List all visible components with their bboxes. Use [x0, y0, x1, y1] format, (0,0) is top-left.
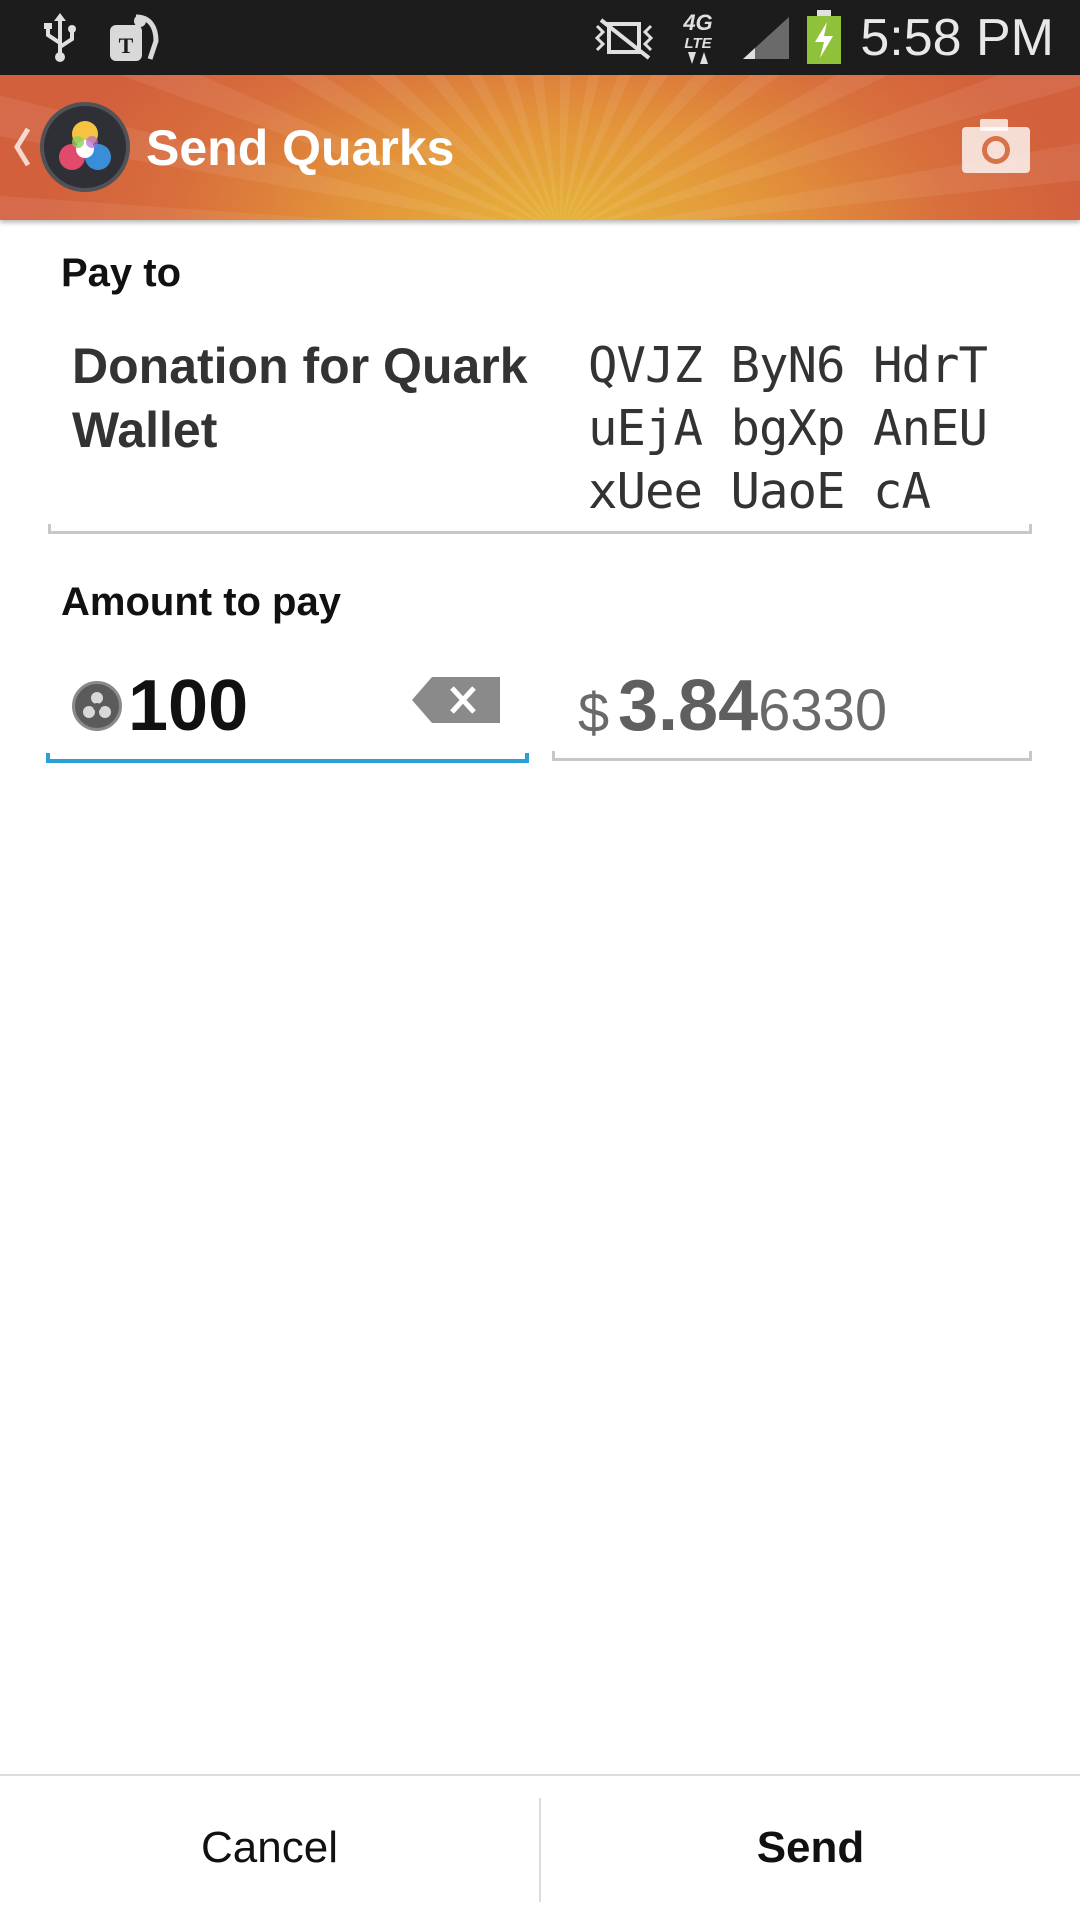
backspace-icon[interactable] — [412, 677, 500, 723]
amount-value: 100 — [128, 666, 249, 746]
camera-icon[interactable] — [960, 117, 1032, 175]
amount-input[interactable]: 100 — [46, 655, 529, 763]
recipient-address: QVJZ ByN6 HdrT uEjA bgXp AnEU xUee UaoE … — [588, 337, 988, 520]
pay-to-label: Pay to — [61, 251, 182, 295]
screen-title: Send Quarks — [146, 119, 455, 176]
status-time: 5:58 PM — [860, 8, 1054, 67]
svg-text:4G: 4G — [682, 10, 712, 35]
fiat-amount-field[interactable]: $ 3.84 6330 — [552, 655, 1032, 761]
fiat-value-rest: 6330 — [758, 678, 888, 743]
battery-charging-icon — [804, 0, 844, 75]
recipient-name: Donation for Quark Wallet — [72, 338, 528, 458]
silent-mode-icon — [592, 0, 656, 75]
signal-icon — [740, 0, 792, 75]
cancel-button[interactable]: Cancel — [0, 1776, 539, 1920]
send-button[interactable]: Send — [541, 1776, 1080, 1920]
amount-label: Amount to pay — [61, 580, 341, 624]
app-logo-icon[interactable] — [40, 102, 130, 192]
svg-text:T: T — [119, 33, 134, 58]
network-4g-lte-icon: 4G LTE — [672, 0, 724, 75]
fiat-currency-symbol: $ — [578, 681, 610, 744]
back-chevron-icon[interactable] — [12, 125, 32, 169]
quark-coin-icon — [72, 681, 122, 731]
button-bar: Cancel Send — [0, 1774, 1080, 1920]
fiat-value-main: 3.84 — [618, 666, 759, 746]
tmobile-icon: T — [104, 0, 164, 75]
status-bar: T 4G LTE 5:58 PM — [0, 0, 1080, 75]
pay-to-field[interactable]: Donation for Quark Wallet QVJZ ByN6 HdrT… — [48, 320, 1032, 534]
action-bar: Send Quarks — [0, 75, 1080, 220]
usb-icon — [38, 0, 82, 75]
fiat-value: 3.84 6330 — [618, 655, 887, 755]
svg-text:LTE: LTE — [684, 35, 712, 52]
